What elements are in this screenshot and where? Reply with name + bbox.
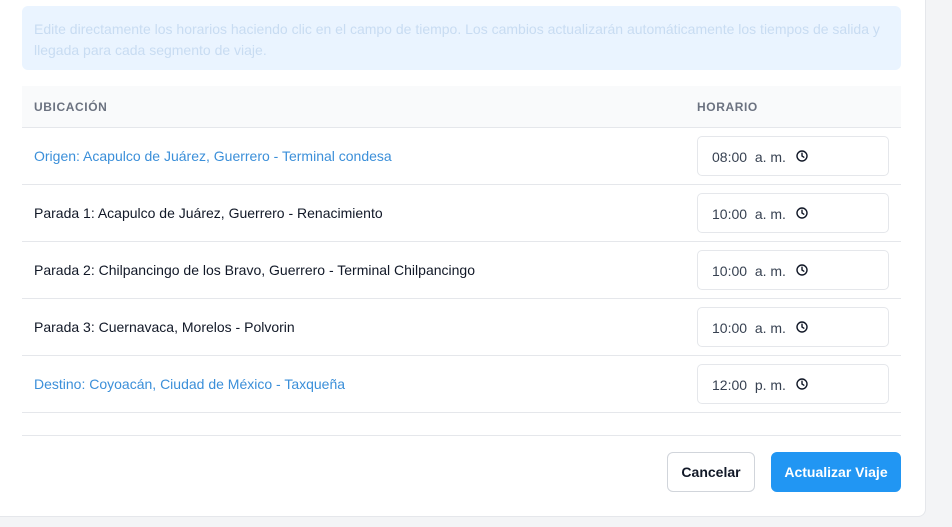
table-header: UBICACIÓN HORARIO xyxy=(22,86,901,128)
table-row-stop-3: Parada 3: Cuernavaca, Morelos - Polvorin… xyxy=(22,299,901,356)
time-value: 10:00 a. m. xyxy=(712,263,786,279)
clock-icon[interactable] xyxy=(796,378,808,390)
table-row-stop-2: Parada 2: Chilpancingo de los Bravo, Gue… xyxy=(22,242,901,299)
time-input-stop-2[interactable]: 10:00 a. m. xyxy=(697,250,889,290)
time-value: 10:00 a. m. xyxy=(712,206,786,222)
clock-icon[interactable] xyxy=(796,321,808,333)
time-value: 12:00 p. m. xyxy=(712,377,786,393)
header-location: UBICACIÓN xyxy=(34,100,108,114)
edit-schedule-panel: Edite directamente los horarios haciendo… xyxy=(0,0,926,517)
schedule-table: UBICACIÓN HORARIO Origen: Acapulco de Ju… xyxy=(22,86,901,413)
cancel-button[interactable]: Cancelar xyxy=(667,452,755,492)
info-alert-text: Edite directamente los horarios haciendo… xyxy=(34,21,880,58)
clock-icon[interactable] xyxy=(796,264,808,276)
time-value: 10:00 a. m. xyxy=(712,320,786,336)
info-alert: Edite directamente los horarios haciendo… xyxy=(22,6,901,70)
clock-icon[interactable] xyxy=(796,207,808,219)
table-row-destination: Destino: Coyoacán, Ciudad de México - Ta… xyxy=(22,356,901,413)
footer-divider xyxy=(22,435,901,436)
time-input-destination[interactable]: 12:00 p. m. xyxy=(697,364,889,404)
table-row-stop-1: Parada 1: Acapulco de Juárez, Guerrero -… xyxy=(22,185,901,242)
row-location: Destino: Coyoacán, Ciudad de México - Ta… xyxy=(34,376,346,392)
header-time: HORARIO xyxy=(697,100,758,114)
clock-icon[interactable] xyxy=(796,150,808,162)
row-location: Origen: Acapulco de Juárez, Guerrero - T… xyxy=(34,148,392,164)
update-trip-button[interactable]: Actualizar Viaje xyxy=(771,452,901,492)
time-input-origin[interactable]: 08:00 a. m. xyxy=(697,136,889,176)
row-location: Parada 3: Cuernavaca, Morelos - Polvorin xyxy=(34,319,295,335)
time-value: 08:00 a. m. xyxy=(712,149,786,165)
time-input-stop-3[interactable]: 10:00 a. m. xyxy=(697,307,889,347)
time-input-stop-1[interactable]: 10:00 a. m. xyxy=(697,193,889,233)
row-location: Parada 1: Acapulco de Juárez, Guerrero -… xyxy=(34,205,383,221)
table-row-origin: Origen: Acapulco de Juárez, Guerrero - T… xyxy=(22,128,901,185)
row-location: Parada 2: Chilpancingo de los Bravo, Gue… xyxy=(34,262,475,278)
